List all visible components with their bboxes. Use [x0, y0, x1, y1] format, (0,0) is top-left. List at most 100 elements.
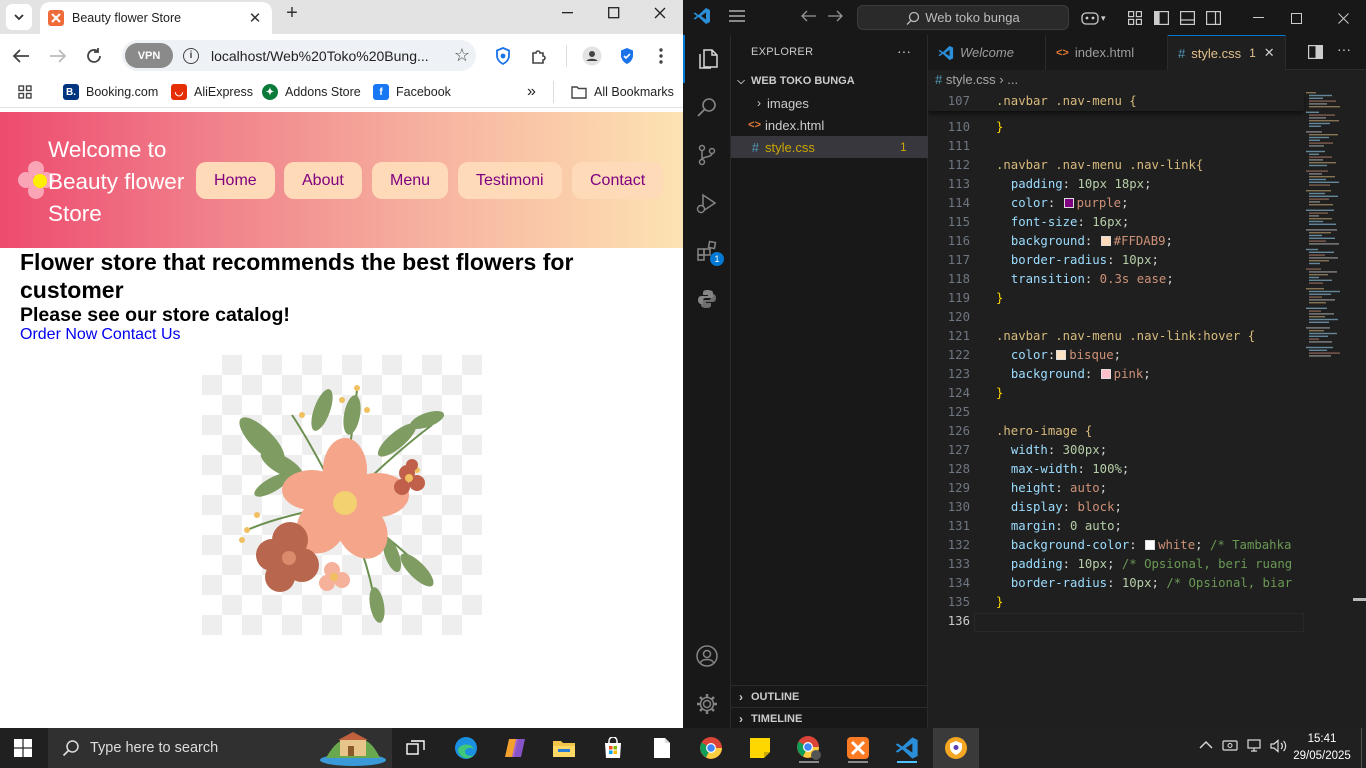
extensions-icon[interactable] — [683, 227, 731, 275]
back-icon[interactable] — [9, 44, 33, 68]
breadcrumb[interactable]: # style.css › ... — [935, 72, 1018, 87]
order-now-link[interactable]: Order Now — [20, 326, 97, 343]
task-view-icon[interactable] — [397, 733, 435, 763]
file-explorer-icon[interactable] — [545, 733, 583, 763]
close-tab-icon[interactable]: ✕ — [246, 9, 264, 27]
color-swatch[interactable] — [1063, 198, 1074, 208]
notepad-file-icon[interactable] — [643, 733, 681, 763]
cta-links: Order Now Contact Us — [20, 326, 185, 344]
color-swatch[interactable] — [1100, 236, 1111, 246]
line-number: 110 — [947, 120, 970, 134]
toggle-secondary-sidebar-icon[interactable] — [1204, 9, 1222, 27]
color-swatch[interactable] — [1056, 350, 1067, 360]
settings-gear-icon[interactable] — [683, 680, 731, 728]
nav-forward-icon[interactable] — [827, 10, 843, 22]
tab-search-button[interactable] — [6, 4, 32, 30]
extensions-puzzle-icon[interactable] — [528, 45, 550, 67]
explorer-files-icon[interactable] — [683, 35, 731, 83]
editor-more-icon[interactable]: ··· — [1337, 41, 1351, 57]
bookmark-facebook[interactable]: f Facebook — [373, 82, 451, 102]
contact-us-link[interactable]: Contact Us — [101, 326, 180, 343]
system-clock[interactable]: 15:41 29/05/2025 — [1291, 731, 1353, 765]
vpn-badge[interactable]: VPN — [125, 43, 173, 68]
copilot-app-icon[interactable] — [496, 733, 534, 763]
hamburger-menu-icon[interactable] — [729, 10, 745, 22]
reload-icon[interactable] — [82, 44, 106, 68]
new-tab-button[interactable]: + — [282, 2, 302, 24]
url-text[interactable]: localhost/Web%20Toko%20Bung... — [211, 48, 448, 64]
nav-link-home[interactable]: Home — [196, 162, 275, 199]
edge-icon[interactable] — [447, 733, 485, 763]
search-highlight-image[interactable] — [318, 730, 388, 766]
source-control-icon[interactable] — [683, 131, 731, 179]
chrome-profile-icon[interactable] — [790, 733, 828, 763]
outline-section[interactable]: › OUTLINE — [731, 685, 928, 707]
tab-welcome[interactable]: Welcome — [928, 35, 1046, 70]
maximize-icon[interactable] — [591, 0, 637, 26]
network-icon[interactable] — [1246, 739, 1262, 753]
nav-link-about[interactable]: About — [284, 162, 362, 199]
nav-link-menu[interactable]: Menu — [372, 162, 449, 199]
volume-icon[interactable] — [1270, 739, 1288, 753]
sticky-notes-icon[interactable] — [741, 733, 779, 763]
tab-style-css[interactable]: # style.css 1 ✕ — [1168, 35, 1286, 70]
address-bar[interactable]: VPN i localhost/Web%20Toko%20Bung... ☆ — [122, 40, 476, 71]
close-tab-icon[interactable]: ✕ — [1264, 45, 1275, 61]
bookmark-addons-store[interactable]: ✦ Addons Store — [262, 82, 361, 102]
browser-tab[interactable]: Beauty flower Store ✕ — [40, 2, 272, 34]
python-icon[interactable] — [683, 275, 731, 323]
nav-back-icon[interactable] — [801, 10, 817, 22]
all-bookmarks-button[interactable]: All Bookmarks — [571, 82, 674, 102]
profile-icon[interactable] — [581, 45, 603, 67]
toggle-panel-icon[interactable] — [1178, 9, 1196, 27]
customize-layout-icon[interactable] — [1126, 9, 1144, 27]
tree-item-images[interactable]: › images — [731, 92, 928, 114]
search-view-icon[interactable] — [683, 83, 731, 131]
chrome-icon[interactable] — [692, 733, 730, 763]
site-info-icon[interactable]: i — [183, 47, 199, 64]
vscode-minimize-icon[interactable] — [1249, 9, 1267, 27]
accounts-icon[interactable] — [683, 632, 731, 680]
minimap[interactable] — [1304, 92, 1366, 632]
windows-start-icon[interactable] — [14, 739, 32, 757]
tab-index-html[interactable]: <> index.html — [1046, 35, 1168, 70]
meet-now-icon[interactable] — [1222, 739, 1238, 753]
show-desktop-button[interactable] — [1361, 728, 1366, 768]
forward-icon[interactable] — [46, 44, 70, 68]
code-editor[interactable]: 110 111 112 113 114 115 116 117 118 119 120 121 122 1… — [928, 92, 1366, 728]
tree-item-style-css[interactable]: # style.css 1 — [731, 136, 928, 158]
bookmark-booking[interactable]: B. Booking.com — [63, 82, 158, 102]
command-center-search[interactable]: Web toko bunga — [857, 5, 1069, 30]
bookmark-aliexpress[interactable]: ◡ AliExpress — [171, 82, 253, 102]
nav-link-contact[interactable]: Contact — [572, 162, 664, 199]
toggle-primary-sidebar-icon[interactable] — [1152, 9, 1170, 27]
minimize-icon[interactable] — [545, 0, 591, 26]
explorer-more-icon[interactable]: ··· — [897, 43, 911, 59]
project-folder[interactable]: ⌵ WEB TOKO BUNGA — [731, 70, 928, 92]
tree-item-index-html[interactable]: <> index.html — [731, 114, 928, 136]
vscode-taskbar-icon[interactable] — [888, 733, 926, 763]
vpn-app-icon[interactable] — [933, 728, 979, 768]
xampp-icon[interactable] — [839, 733, 877, 763]
vscode-close-icon[interactable] — [1334, 9, 1352, 27]
run-debug-icon[interactable] — [683, 179, 731, 227]
timeline-section[interactable]: › TIMELINE — [731, 707, 928, 729]
shield-extension-icon[interactable] — [492, 45, 514, 67]
vscode-maximize-icon[interactable] — [1287, 9, 1305, 27]
copilot-dropdown-icon[interactable]: ▾ — [1101, 13, 1106, 24]
color-swatch[interactable] — [1100, 369, 1111, 379]
microsoft-store-icon[interactable] — [594, 733, 632, 763]
scrollbar-thumb[interactable] — [1353, 598, 1366, 601]
bookmarks-overflow-button[interactable]: » — [527, 82, 536, 102]
menu-kebab-icon[interactable] — [650, 45, 672, 67]
bookmark-star-icon[interactable]: ☆ — [448, 45, 476, 66]
copilot-icon[interactable] — [1081, 9, 1099, 27]
close-window-icon[interactable] — [637, 0, 683, 26]
security-shield-icon[interactable] — [616, 45, 638, 67]
apps-grid-icon[interactable] — [18, 82, 32, 102]
sticky-scroll-header[interactable]: 107 .navbar .nav-menu { — [928, 92, 1304, 111]
split-editor-icon[interactable] — [1308, 45, 1323, 59]
color-swatch[interactable] — [1145, 540, 1156, 550]
nav-link-testimoni[interactable]: Testimoni — [458, 162, 562, 199]
show-hidden-icons[interactable] — [1199, 740, 1213, 750]
